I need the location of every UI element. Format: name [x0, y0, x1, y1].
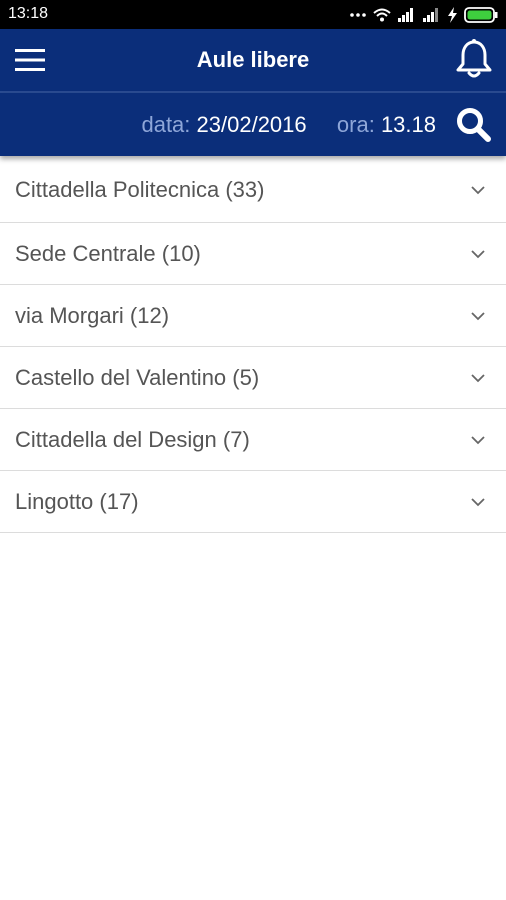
list-item-label: Cittadella del Design (7): [15, 426, 250, 452]
chevron-down-icon[interactable]: [470, 246, 486, 262]
list-item[interactable]: Cittadella Politecnica (33): [0, 158, 506, 223]
list-item-label: Castello del Valentino (5): [15, 364, 260, 390]
status-time: 13:18: [8, 5, 49, 22]
notifications-button[interactable]: [450, 35, 498, 83]
date-time-filter[interactable]: data: 23/02/2016 ora: 13.18: [141, 112, 436, 138]
list-item-label: Cittadella Politecnica (33): [15, 177, 265, 202]
date-value[interactable]: 23/02/2016: [197, 112, 307, 137]
status-icons: [350, 6, 498, 24]
chevron-down-icon[interactable]: [470, 494, 486, 510]
time-label: ora:: [336, 112, 375, 137]
dots-icon: [350, 13, 366, 17]
page-title: Aule libere: [196, 47, 310, 72]
search-icon: [457, 108, 491, 142]
signal-icon: [423, 8, 438, 22]
search-button[interactable]: [450, 101, 496, 147]
list-item-label: Lingotto (17): [15, 488, 139, 514]
bell-icon: [456, 39, 492, 78]
chevron-down-icon[interactable]: [470, 182, 486, 198]
app-bar: Aule libere: [0, 29, 506, 91]
status-bar: 13:18: [0, 0, 506, 29]
list-item-label: Sede Centrale (10): [15, 240, 201, 266]
filter-bar: data: 23/02/2016 ora: 13.18: [0, 93, 506, 156]
list-item[interactable]: Castello del Valentino (5): [0, 347, 506, 409]
chevron-down-icon[interactable]: [470, 308, 486, 324]
campus-list: Cittadella Politecnica (33) Sede Central…: [0, 158, 506, 533]
chevron-down-icon[interactable]: [470, 432, 486, 448]
time-value[interactable]: 13.18: [381, 112, 436, 137]
list-item[interactable]: via Morgari (12): [0, 285, 506, 347]
wifi-icon: [373, 8, 391, 22]
signal-icon: [398, 8, 413, 22]
list-item[interactable]: Sede Centrale (10): [0, 223, 506, 285]
screen: 13:18 Aule libere data: 23/02/2016 ora: …: [0, 0, 506, 900]
list-item[interactable]: Cittadella del Design (7): [0, 409, 506, 471]
list-item[interactable]: Lingotto (17): [0, 471, 506, 533]
charging-icon: [448, 7, 457, 23]
date-label: data:: [141, 112, 191, 137]
chevron-down-icon[interactable]: [470, 370, 486, 386]
battery-icon: [464, 7, 498, 23]
list-item-label: via Morgari (12): [15, 302, 170, 328]
